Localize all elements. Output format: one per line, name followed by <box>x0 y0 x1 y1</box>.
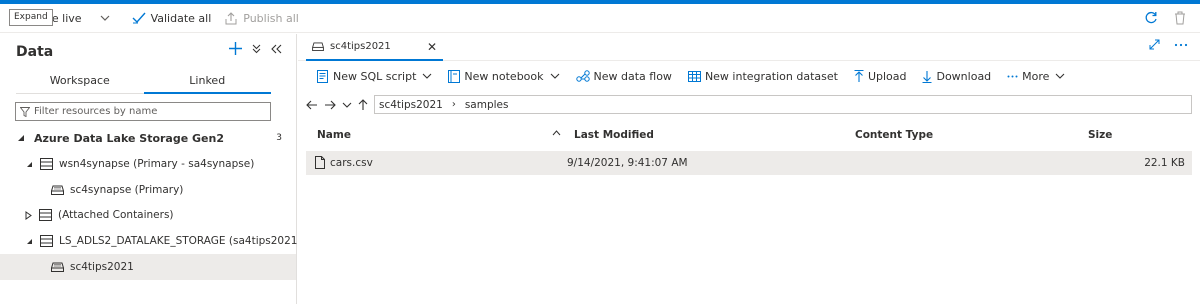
file-list-header: Name Last Modified Content Type Size <box>306 122 1192 148</box>
table-row[interactable]: cars.csv 9/14/2021, 9:41:07 AM 22.1 KB <box>306 151 1192 175</box>
chevron-down-icon[interactable] <box>342 102 352 108</box>
validate-all-label: Validate all <box>150 11 212 25</box>
tree-item-label: wsn4synapse (Primary - sa4synapse) <box>59 158 255 170</box>
tree-group-label: Azure Data Lake Storage Gen2 <box>34 131 224 145</box>
file-name: cars.csv <box>330 157 373 169</box>
column-header-size[interactable]: Size <box>1088 129 1112 141</box>
expanded-caret-icon <box>26 238 33 245</box>
forward-arrow-icon[interactable] <box>324 100 336 110</box>
publish-all-button[interactable]: Publish all <box>225 4 299 32</box>
breadcrumb-separator-icon: › <box>451 99 456 110</box>
panel-actions <box>229 42 282 55</box>
command-label: New integration dataset <box>704 69 838 83</box>
refresh-icon[interactable] <box>1144 11 1158 25</box>
tree-item-wsn4synapse[interactable]: wsn4synapse (Primary - sa4synapse) <box>0 151 296 177</box>
download-icon <box>922 70 932 83</box>
breadcrumb-segment[interactable]: sc4tips2021 <box>379 99 443 111</box>
tree-item-sc4tips2021[interactable]: sc4tips2021 <box>0 254 296 280</box>
add-icon[interactable] <box>229 42 242 55</box>
publish-all-label: Publish all <box>243 11 299 25</box>
validate-all-button[interactable]: Validate all <box>132 4 212 32</box>
item-count: 3 <box>276 133 282 143</box>
publish-icon <box>225 11 237 25</box>
storage-account-icon <box>40 235 53 247</box>
file-icon <box>315 156 325 169</box>
command-label: New SQL script <box>333 69 417 83</box>
path-navigation: sc4tips2021 › samples <box>306 95 1192 115</box>
command-label: New notebook <box>464 69 544 83</box>
notebook-icon <box>448 69 461 83</box>
expanded-caret-icon <box>17 134 25 142</box>
tab-workspace[interactable]: Workspace <box>16 72 144 93</box>
tree-item-attached-containers[interactable]: (Attached Containers) <box>0 202 296 228</box>
storage-account-icon <box>40 158 53 170</box>
file-size: 22.1 KB <box>1144 157 1185 169</box>
expand-icon[interactable] <box>1149 39 1160 50</box>
checkmark-icon <box>132 12 146 24</box>
tree-item-label: LS_ADLS2_DATALAKE_STORAGE (sa4tips2021) <box>59 235 302 247</box>
panel-title: Data <box>16 44 54 60</box>
command-label: Download <box>936 69 992 83</box>
more-options-icon[interactable] <box>1174 43 1188 47</box>
command-label: More <box>1022 69 1050 83</box>
collapsed-caret-icon <box>25 210 32 220</box>
upload-icon <box>854 69 864 83</box>
column-header-last-modified[interactable]: Last Modified <box>574 129 654 141</box>
container-icon <box>312 42 324 51</box>
document-tabs: sc4tips2021 ✕ <box>298 34 1200 61</box>
new-integration-dataset-button[interactable]: New integration dataset <box>687 69 838 83</box>
file-command-bar: New SQL script New notebook New data flo… <box>298 62 1200 90</box>
tree-item-sc4synapse[interactable]: sc4synapse (Primary) <box>0 177 296 203</box>
command-label: Upload <box>867 69 907 83</box>
breadcrumb[interactable]: sc4tips2021 › samples <box>374 95 1192 114</box>
tree-group-adls-gen2[interactable]: Azure Data Lake Storage Gen2 3 <box>0 125 296 151</box>
back-arrow-icon[interactable] <box>306 100 318 110</box>
column-header-name[interactable]: Name <box>317 129 351 141</box>
tree-item-label: sc4tips2021 <box>70 261 134 273</box>
new-sql-script-button[interactable]: New SQL script <box>316 69 432 83</box>
sql-script-icon <box>316 69 329 83</box>
tree-item-ls-adls2[interactable]: LS_ADLS2_DATALAKE_STORAGE (sa4tips2021) <box>0 228 302 254</box>
window-actions <box>1149 39 1188 50</box>
close-icon[interactable]: ✕ <box>427 40 437 54</box>
new-data-flow-button[interactable]: New data flow <box>575 69 672 83</box>
tree-item-label: (Attached Containers) <box>58 209 174 221</box>
sort-ascending-icon <box>552 130 561 136</box>
dataset-table-icon <box>687 70 701 82</box>
new-notebook-button[interactable]: New notebook <box>448 69 560 83</box>
panel-tabs: Workspace Linked <box>16 72 271 94</box>
tab-label: sc4tips2021 <box>330 41 391 52</box>
chevron-down-icon <box>422 73 432 79</box>
filter-input[interactable] <box>34 106 254 117</box>
tab-linked[interactable]: Linked <box>143 72 272 94</box>
expanded-caret-icon <box>26 161 33 168</box>
up-arrow-icon[interactable] <box>358 99 368 111</box>
content-panel: sc4tips2021 ✕ New SQL script New noteboo… <box>298 34 1200 304</box>
top-command-bar: Expand Synapse live Validate all Publish… <box>0 4 1200 33</box>
breadcrumb-segment[interactable]: samples <box>465 99 509 111</box>
upload-button[interactable]: Upload <box>854 69 907 83</box>
filter-icon <box>20 106 30 117</box>
chevron-down-icon <box>1055 73 1065 79</box>
collapse-all-icon[interactable] <box>252 44 261 54</box>
container-icon <box>51 185 64 195</box>
more-button[interactable]: More <box>1007 70 1065 83</box>
container-icon <box>51 262 64 272</box>
chevron-down-icon <box>550 73 560 79</box>
download-button[interactable]: Download <box>922 70 991 83</box>
column-header-content-type[interactable]: Content Type <box>855 129 933 141</box>
chevron-down-icon <box>100 15 110 21</box>
command-label: New data flow <box>593 69 672 83</box>
file-last-modified: 9/14/2021, 9:41:07 AM <box>567 157 688 169</box>
discard-icon[interactable] <box>1174 11 1186 25</box>
collapse-panel-icon[interactable] <box>271 44 282 54</box>
data-panel: Data Workspace Linked Azure Data Lake St… <box>0 34 302 304</box>
filter-box <box>15 102 271 121</box>
ellipsis-icon <box>1007 75 1018 78</box>
storage-account-icon <box>39 209 52 221</box>
tab-sc4tips2021[interactable]: sc4tips2021 ✕ <box>306 34 443 61</box>
expand-tooltip: Expand <box>9 9 53 26</box>
tree-item-label: sc4synapse (Primary) <box>70 184 184 196</box>
data-flow-icon <box>575 70 590 82</box>
